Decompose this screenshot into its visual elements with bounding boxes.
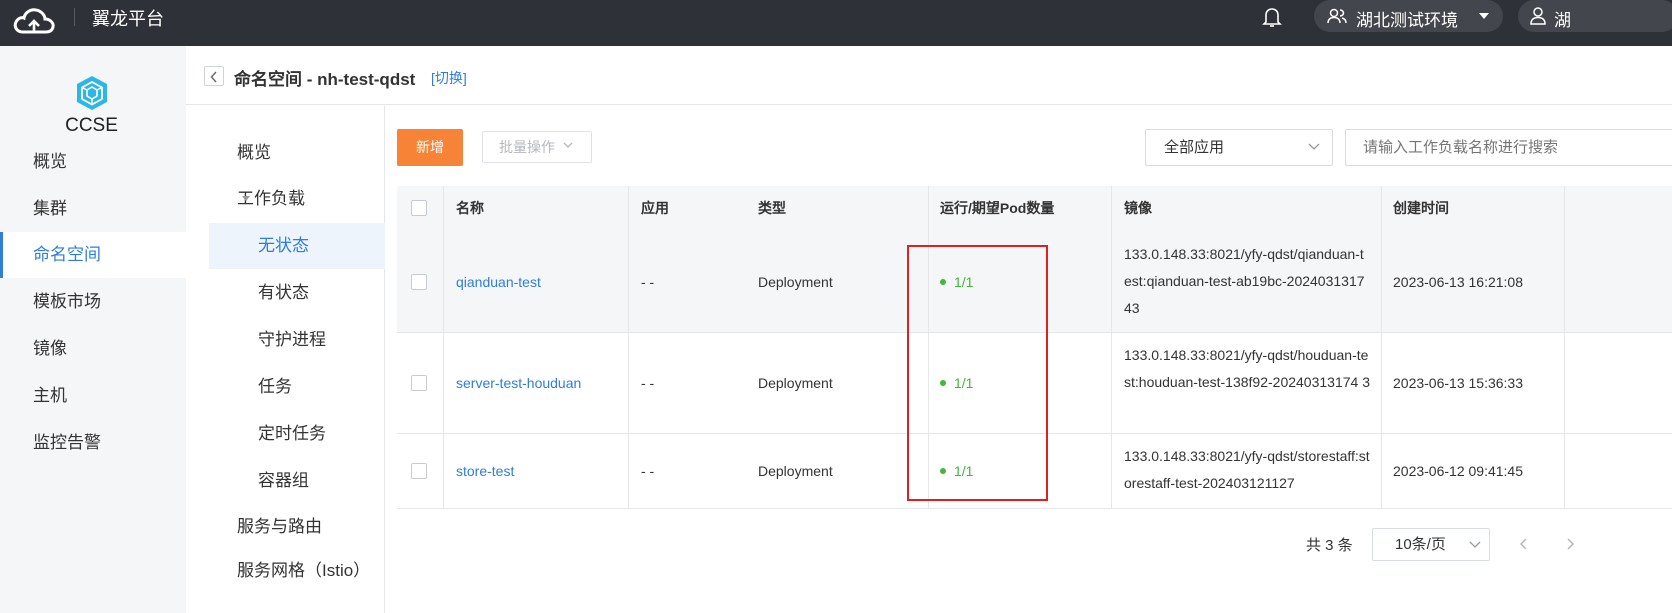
chevron-down-icon [1308, 143, 1320, 150]
user-icon [1530, 7, 1546, 25]
column-header-name[interactable]: 名称 [456, 186, 484, 233]
sidebar-item-monitoring[interactable]: 监控告警 [0, 420, 186, 466]
created-time-cell: 2023-06-12 09:41:45 [1393, 463, 1523, 479]
page-size-select[interactable]: 10条/页 [1372, 528, 1490, 561]
subnav-cronjob[interactable]: 定时任务 [209, 411, 385, 457]
cloud-logo-icon[interactable] [12, 6, 56, 36]
app-cell: - - [641, 274, 655, 290]
top-bar: 翼龙平台 湖北测试环境 湖 [0, 0, 1672, 46]
column-header-created[interactable]: 创建时间 [1393, 186, 1449, 233]
sidebar-item-host[interactable]: 主机 [0, 373, 186, 419]
table-header: 名称 应用 类型 运行/期望Pod数量 镜像 创建时间 [397, 186, 1672, 233]
image-cell: 133.0.148.33:8021/yfy-qdst/qianduan-test… [1124, 246, 1365, 316]
caret-right-icon [244, 522, 249, 530]
users-icon [1327, 8, 1347, 24]
column-header-app[interactable]: 应用 [641, 186, 669, 233]
app-filter-value: 全部应用 [1164, 139, 1225, 156]
column-divider [443, 186, 444, 509]
main-sidebar: CCSE 概览 集群 命名空间 模板市场 镜像 主机 监控告警 [0, 46, 186, 613]
annotation-highlight-box [907, 245, 1048, 501]
sidebar-item-cluster[interactable]: 集群 [0, 186, 186, 232]
column-header-image[interactable]: 镜像 [1124, 186, 1152, 233]
user-menu[interactable]: 湖 [1518, 0, 1672, 32]
image-cell: 133.0.148.33:8021/yfy-qdst/houduan-test:… [1124, 347, 1370, 390]
subnav-pod[interactable]: 容器组 [209, 458, 385, 504]
column-divider [1381, 186, 1382, 509]
row-checkbox[interactable] [411, 274, 427, 290]
page-size-value: 10条/页 [1395, 536, 1446, 553]
environment-label: 湖北测试环境 [1356, 11, 1458, 30]
workload-name-link[interactable]: store-test [456, 463, 514, 479]
add-button[interactable]: 新增 [397, 129, 463, 166]
subnav-stateful[interactable]: 有状态 [209, 270, 385, 316]
chevron-left-icon [210, 71, 217, 83]
sidebar-item-template-market[interactable]: 模板市场 [0, 279, 186, 325]
environment-selector[interactable]: 湖北测试环境 [1314, 0, 1503, 32]
column-divider [628, 186, 629, 509]
column-header-pods[interactable]: 运行/期望Pod数量 [940, 186, 1054, 233]
product-name: CCSE [65, 115, 118, 136]
sidebar-item-namespace[interactable]: 命名空间 [0, 232, 186, 278]
select-all-checkbox[interactable] [411, 200, 427, 216]
caret-right-icon [244, 566, 249, 574]
ccse-cube-icon [77, 76, 107, 110]
column-header-type[interactable]: 类型 [758, 186, 786, 233]
row-checkbox[interactable] [411, 463, 427, 479]
switch-namespace-link[interactable]: [切换] [431, 68, 467, 88]
subnav-workload[interactable]: 工作负载 [209, 176, 385, 222]
subnav-service-mesh-label: 服务网格（Istio） [237, 561, 371, 580]
chevron-down-icon [1469, 541, 1481, 548]
app-cell: - - [641, 463, 655, 479]
workload-search-input[interactable] [1345, 129, 1672, 166]
platform-name[interactable]: 翼龙平台 [92, 5, 164, 31]
batch-actions-label: 批量操作 [499, 139, 555, 155]
created-time-cell: 2023-06-13 15:36:33 [1393, 375, 1523, 391]
namespace-header: 命名空间 - nh-test-qdst [切换] [186, 46, 1672, 105]
app-cell: - - [641, 375, 655, 391]
workload-subnav: 概览 工作负载 无状态 有状态 守护进程 任务 定时任务 容器组 服务与路由 服… [186, 106, 385, 613]
subnav-service-mesh[interactable]: 服务网格（Istio） [209, 548, 385, 594]
back-button[interactable] [204, 66, 224, 86]
column-divider [1564, 186, 1565, 509]
topbar-divider [74, 8, 75, 26]
subnav-daemonset[interactable]: 守护进程 [209, 317, 385, 363]
subnav-overview[interactable]: 概览 [209, 130, 385, 176]
created-time-cell: 2023-06-13 16:21:08 [1393, 274, 1523, 290]
caret-down-icon [242, 196, 250, 201]
user-name: 湖 [1554, 11, 1571, 30]
subnav-service-route[interactable]: 服务与路由 [209, 504, 385, 550]
type-cell: Deployment [758, 375, 833, 391]
type-cell: Deployment [758, 463, 833, 479]
pagination-total: 共 3 条 [1306, 537, 1353, 554]
sidebar-item-overview[interactable]: 概览 [0, 139, 186, 185]
workload-name-link[interactable]: server-test-houduan [456, 375, 581, 391]
batch-actions-dropdown[interactable]: 批量操作 [482, 131, 592, 163]
type-cell: Deployment [758, 274, 833, 290]
chevron-left-icon[interactable] [1518, 536, 1530, 552]
subnav-service-route-label: 服务与路由 [237, 517, 322, 536]
caret-down-icon [1479, 13, 1489, 19]
image-cell: 133.0.148.33:8021/yfy-qdst/storestaff:st… [1124, 448, 1370, 491]
bell-icon[interactable] [1262, 6, 1282, 28]
chevron-down-icon [563, 142, 573, 148]
page-title: 命名空间 - nh-test-qdst [234, 70, 416, 89]
workload-name-link[interactable]: qianduan-test [456, 274, 541, 290]
app-filter-select[interactable]: 全部应用 [1145, 129, 1333, 166]
row-checkbox[interactable] [411, 375, 427, 391]
subnav-job[interactable]: 任务 [209, 364, 385, 410]
chevron-right-icon[interactable] [1564, 536, 1576, 552]
sidebar-item-image[interactable]: 镜像 [0, 326, 186, 372]
column-divider [1111, 186, 1112, 509]
subnav-stateless[interactable]: 无状态 [209, 223, 385, 269]
